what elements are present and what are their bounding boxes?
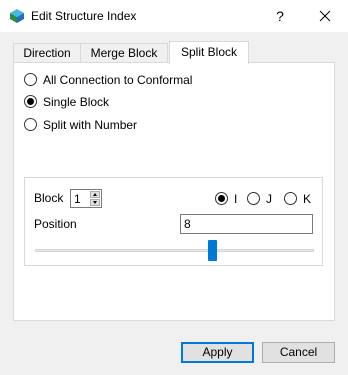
position-input[interactable] bbox=[180, 214, 313, 234]
tab-label: Split Block bbox=[180, 45, 238, 59]
arrow-down-icon bbox=[93, 201, 97, 204]
radio-button[interactable] bbox=[215, 192, 228, 205]
window-title: Edit Structure Index bbox=[31, 9, 137, 23]
slider-thumb[interactable] bbox=[207, 240, 217, 261]
help-button[interactable]: ? bbox=[272, 6, 288, 26]
split-block-panel: All Connection to Conformal Single Block… bbox=[13, 62, 335, 321]
title-bar[interactable]: Edit Structure Index ? bbox=[0, 0, 348, 32]
radio-button[interactable] bbox=[24, 118, 37, 131]
tab-split-block[interactable]: Split Block bbox=[169, 41, 249, 64]
position-label: Position bbox=[34, 217, 77, 231]
radio-button[interactable] bbox=[284, 192, 297, 205]
cancel-button[interactable]: Cancel bbox=[262, 342, 335, 363]
radio-button[interactable] bbox=[247, 192, 260, 205]
spin-up-button[interactable] bbox=[90, 191, 100, 198]
apply-button-label: Apply bbox=[202, 345, 233, 359]
tab-label: Direction bbox=[23, 46, 71, 60]
spin-down-button[interactable] bbox=[90, 199, 100, 206]
radio-label: J bbox=[266, 192, 272, 206]
tab-merge-block[interactable]: Merge Block bbox=[80, 43, 168, 62]
structure-app-icon bbox=[10, 9, 24, 23]
arrow-up-icon bbox=[93, 193, 97, 196]
tab-label: Merge Block bbox=[90, 46, 158, 60]
tab-direction[interactable]: Direction bbox=[13, 43, 81, 62]
block-value: 1 bbox=[74, 192, 81, 206]
block-label: Block bbox=[34, 191, 64, 205]
close-icon[interactable] bbox=[316, 6, 334, 26]
cancel-button-label: Cancel bbox=[279, 345, 318, 359]
radio-label: Split with Number bbox=[43, 118, 138, 132]
block-settings-group: Block 1 I J K Position bbox=[24, 177, 323, 266]
radio-label: K bbox=[303, 192, 312, 206]
radio-button[interactable] bbox=[24, 95, 37, 108]
radio-button[interactable] bbox=[24, 73, 37, 86]
block-spinbox[interactable]: 1 bbox=[70, 189, 102, 208]
position-slider[interactable] bbox=[35, 249, 314, 252]
radio-label: I bbox=[234, 192, 238, 206]
radio-label: Single Block bbox=[43, 95, 110, 109]
radio-label: All Connection to Conformal bbox=[43, 73, 193, 87]
apply-button[interactable]: Apply bbox=[181, 342, 254, 363]
